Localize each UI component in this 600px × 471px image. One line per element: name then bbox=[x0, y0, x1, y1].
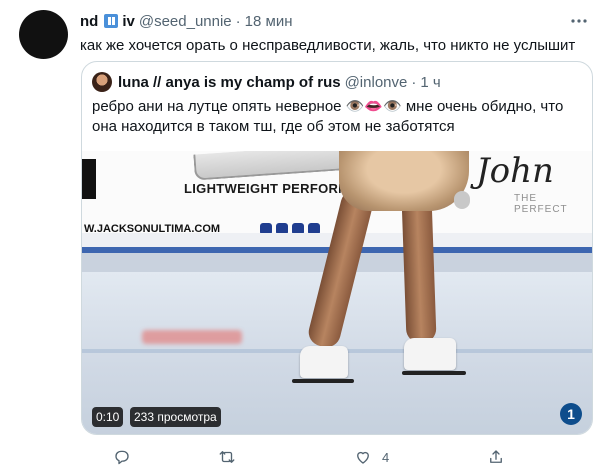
pause-icon bbox=[104, 14, 119, 28]
skate-blade-graphic bbox=[193, 151, 355, 181]
ice-marking-red bbox=[142, 330, 242, 344]
reply-icon bbox=[115, 450, 129, 465]
tweet-text: как же хочется орать о несправедливости,… bbox=[80, 37, 576, 54]
quoted-tweet-text: ребро ани на лутце опять неверное 👁️👄👁️ … bbox=[92, 98, 564, 135]
skater-hand bbox=[454, 191, 470, 209]
like-icon bbox=[357, 451, 369, 464]
quoted-tweet-header: luna // anya is my champ of rus @inlonve… bbox=[92, 72, 441, 92]
skate-blade-left bbox=[292, 379, 354, 383]
share-button[interactable] bbox=[487, 448, 505, 466]
brand-script: John bbox=[476, 151, 554, 191]
author-name-suffix[interactable]: iv bbox=[122, 13, 135, 30]
video-player[interactable]: LIGHTWEIGHT PERFORM W.JACKSONULTIMA.COM … bbox=[82, 151, 592, 434]
author-handle[interactable]: @seed_unnie bbox=[139, 13, 232, 30]
board-text-lightweight: LIGHTWEIGHT PERFORM bbox=[184, 181, 350, 196]
tweet-actions: 4 bbox=[0, 448, 600, 468]
like-button[interactable]: 4 bbox=[354, 448, 389, 466]
author-avatar[interactable] bbox=[19, 10, 68, 59]
retweet-button[interactable] bbox=[218, 448, 236, 466]
skater-leg-right bbox=[401, 192, 437, 344]
quoted-tweet-timestamp[interactable]: 1 ч bbox=[420, 74, 440, 91]
skate-boot-right bbox=[404, 338, 456, 370]
tweet-header: nd iv @seed_unnie · 18 мин bbox=[80, 11, 292, 31]
brand-tagline: THE PERFECT bbox=[514, 193, 568, 215]
separator-dot: · bbox=[235, 12, 241, 30]
video-duration: 0:10 bbox=[92, 407, 124, 427]
skater-dress bbox=[339, 151, 469, 211]
author-name[interactable]: nd bbox=[80, 13, 98, 30]
more-icon[interactable] bbox=[570, 12, 588, 34]
skate-blade-right bbox=[402, 371, 466, 375]
retweet-icon bbox=[219, 451, 235, 463]
quoted-author-handle[interactable]: @inlonve bbox=[345, 74, 408, 91]
video-views: 233 просмотра bbox=[130, 407, 221, 427]
reply-button[interactable] bbox=[113, 448, 131, 466]
tweet-timestamp[interactable]: 18 мин bbox=[245, 13, 293, 30]
share-icon bbox=[490, 450, 502, 463]
skate-boot-left bbox=[300, 346, 348, 378]
quoted-tweet[interactable]: luna // anya is my champ of rus @inlonve… bbox=[81, 61, 593, 435]
quoted-author-name[interactable]: luna // anya is my champ of rus bbox=[118, 74, 341, 91]
separator-dot: · bbox=[411, 73, 417, 91]
channel-logo-icon: 1 bbox=[560, 403, 582, 425]
tweet[interactable]: nd iv @seed_unnie · 18 мин как же хочетс… bbox=[0, 0, 600, 471]
sponsor-logo bbox=[82, 159, 96, 199]
like-count: 4 bbox=[382, 449, 390, 465]
quoted-author-avatar[interactable] bbox=[92, 72, 112, 92]
